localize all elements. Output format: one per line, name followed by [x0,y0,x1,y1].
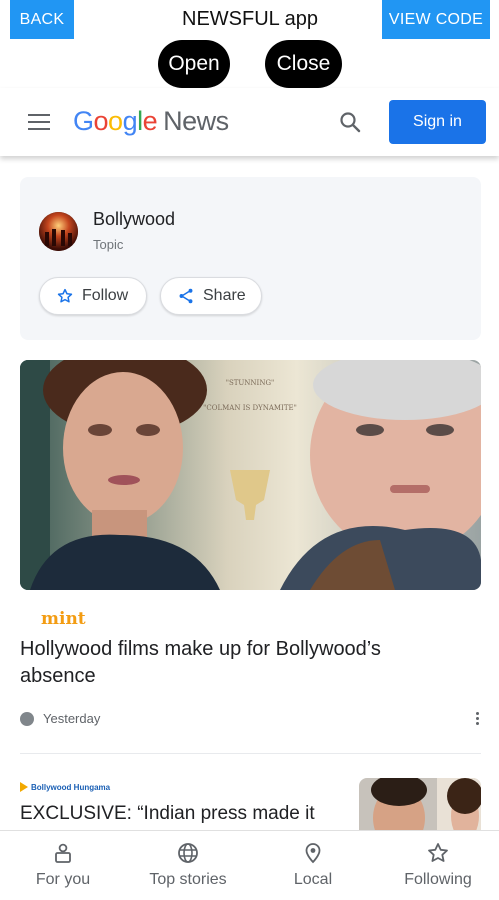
star-icon [428,843,448,862]
poster-quote-1: "STUNNING" [226,379,275,387]
bottom-navigation: For you Top stories Local Following [0,830,499,900]
play-triangle-icon [20,782,28,792]
topic-name: Bollywood [93,209,176,229]
share-icon [179,288,193,304]
nav-label: Following [404,871,472,888]
more-options-icon[interactable] [476,712,480,728]
clock-icon [20,711,34,726]
nav-label: Local [293,871,333,888]
location-pin-icon [305,843,321,864]
close-button[interactable]: Close [265,40,342,88]
poster-quote-2: "COLMAN IS DYNAMITE" [203,404,297,412]
nav-for-you[interactable]: For you [26,831,100,900]
article-source-mint: mint [41,609,86,629]
share-label: Share [203,287,246,304]
nav-label: For you [35,871,91,888]
follow-label: Follow [82,287,129,304]
article-headline[interactable]: Hollywood films make up for Bollywood’s … [20,636,460,690]
nav-top-stories[interactable]: Top stories [140,831,236,900]
follow-button[interactable]: Follow [39,277,147,315]
article-hero-image[interactable]: "STUNNING" "COLMAN IS DYNAMITE" [20,360,481,590]
share-button[interactable]: Share [160,277,262,315]
app-title: NEWSFUL app [182,8,318,30]
globe-icon [178,843,198,863]
nav-label: Top stories [149,871,227,888]
menu-icon[interactable] [28,114,50,130]
article-meta: Yesterday [20,711,100,726]
open-button[interactable]: Open [158,40,230,88]
nav-local[interactable]: Local [283,831,343,900]
divider [20,753,481,754]
article-headline-2[interactable]: EXCLUSIVE: “Indian press made it [20,803,315,825]
sign-in-button[interactable]: Sign in [389,100,486,144]
google-news-logo[interactable]: Google News [73,106,229,137]
article-thumbnail-2[interactable] [359,778,481,838]
source-logo-text: Bollywood Hungama [31,782,111,792]
logo-news: News [163,106,229,136]
google-news-header: Google News Sign in [0,88,499,156]
view-code-button[interactable]: VIEW CODE [382,0,490,39]
article-time: Yesterday [43,711,101,726]
back-button[interactable]: BACK [10,0,74,39]
article-source-logo: Bollywood Hungama [20,780,110,794]
star-outline-icon [57,288,73,303]
for-you-icon [55,843,71,863]
app-bar: BACK NEWSFUL app VIEW CODE [0,0,499,40]
topic-card: Bollywood Topic Follow Share [20,177,481,340]
nav-following[interactable]: Following [392,831,484,900]
topic-avatar [39,212,78,251]
search-icon[interactable] [338,110,362,134]
topic-type: Topic [93,237,124,252]
logo-google: Google [73,106,158,136]
